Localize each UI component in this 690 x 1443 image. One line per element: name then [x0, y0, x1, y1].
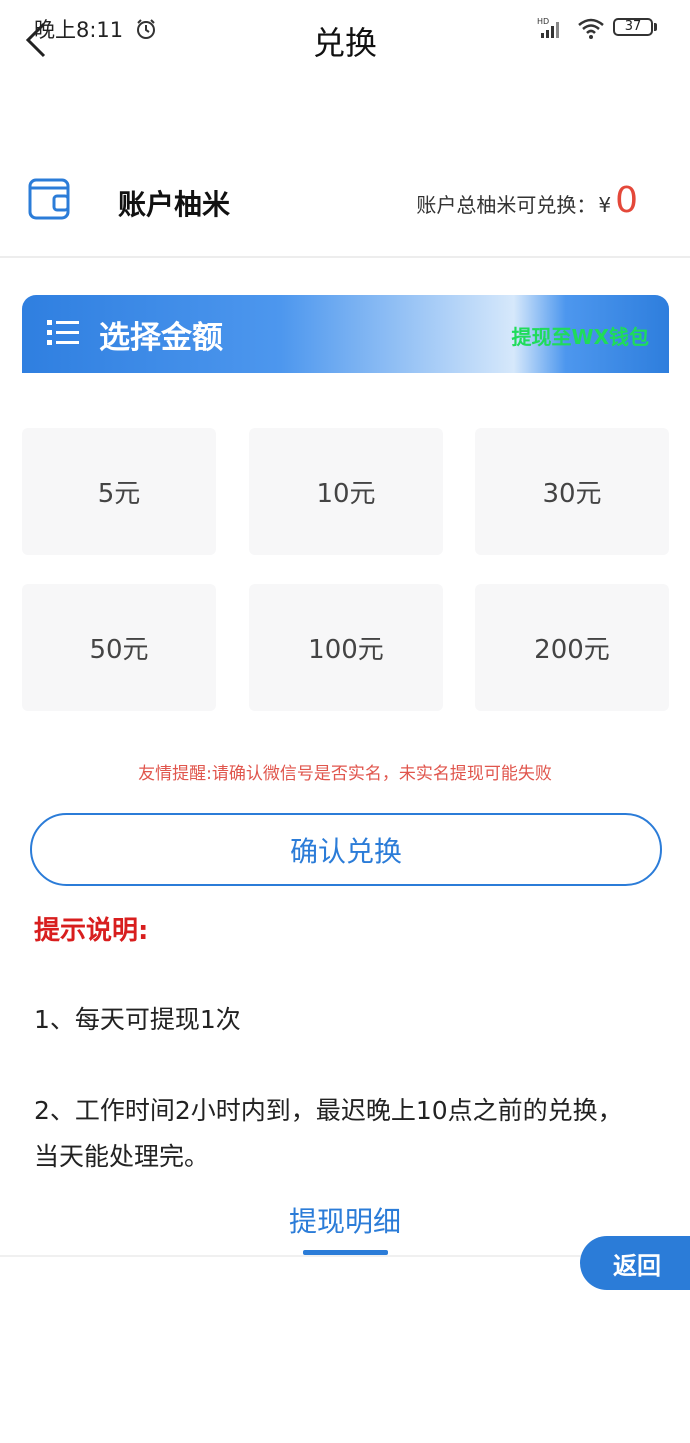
- redeemable-label: 账户总柚米可兑换：: [416, 193, 597, 217]
- signal-icon: HD: [537, 16, 567, 44]
- wallet-icon: [28, 178, 70, 224]
- amount-option-10[interactable]: 10元: [249, 428, 443, 555]
- banner-title: 选择金额: [99, 319, 223, 356]
- select-amount-banner: 选择金额 提现至WX钱包: [22, 295, 669, 373]
- tips-title: 提示说明:: [34, 916, 149, 946]
- account-balance: 账户总柚米可兑换： ¥ 0: [416, 180, 638, 221]
- wifi-icon: [577, 18, 605, 44]
- list-icon: [47, 319, 79, 349]
- balance-amount: 0: [615, 180, 638, 221]
- battery-tip: [654, 23, 657, 31]
- battery-icon: 37: [613, 18, 653, 36]
- amount-option-200[interactable]: 200元: [475, 584, 669, 711]
- tab-withdraw-details[interactable]: 提现明细: [0, 1200, 690, 1240]
- network-type-label: HD: [537, 17, 549, 26]
- return-button[interactable]: 返回: [580, 1236, 690, 1290]
- amount-option-50[interactable]: 50元: [22, 584, 216, 711]
- confirm-exchange-button[interactable]: 确认兑换: [30, 813, 662, 886]
- amount-option-100[interactable]: 100元: [249, 584, 443, 711]
- currency-symbol: ¥: [598, 193, 612, 217]
- warning-text: 友情提醒:请确认微信号是否实名，未实名提现可能失败: [138, 764, 552, 784]
- section-divider: [0, 256, 690, 258]
- account-label: 账户柚米: [118, 188, 231, 221]
- amount-option-30[interactable]: 30元: [475, 428, 669, 555]
- tip-item: 1、每天可提现1次: [34, 1005, 241, 1034]
- amount-option-5[interactable]: 5元: [22, 428, 216, 555]
- withdraw-to-wallet-link[interactable]: 提现至WX钱包: [512, 321, 649, 350]
- tip-item: 2、工作时间2小时内到，最迟晚上10点之前的兑换，当天能处理完。: [34, 1096, 623, 1171]
